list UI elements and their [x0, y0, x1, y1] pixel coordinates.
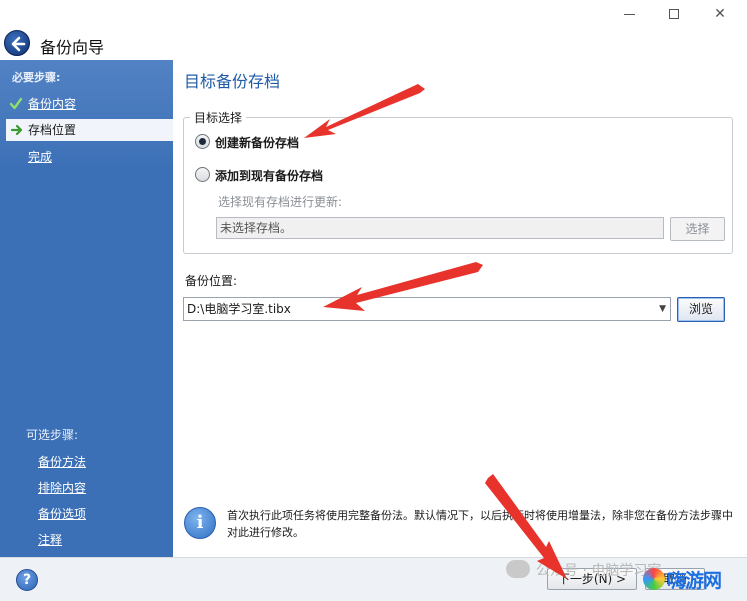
check-icon	[9, 97, 23, 110]
window-title: 备份向导	[40, 38, 105, 57]
sidebar-link-backup-options[interactable]: 备份选项	[38, 505, 86, 522]
sidebar-item-label: 完成	[28, 150, 53, 164]
add-to-existing-archive-option[interactable]: 添加到现有备份存档	[195, 166, 355, 184]
logo-text: 嗨游网	[667, 570, 722, 592]
info-message: 首次执行此项任务将使用完整备份法。默认情况下，以后执行时将使用增量法，除非您在备…	[227, 509, 733, 539]
sidebar-link-exclusions[interactable]: 排除内容	[38, 479, 86, 496]
help-button[interactable]: ?	[16, 569, 38, 591]
add-to-existing-archive-label: 添加到现有备份存档	[215, 169, 324, 183]
maximize-icon	[669, 9, 679, 19]
backup-location-value: D:\电脑学习室.tibx	[187, 302, 291, 316]
minimize-button[interactable]	[615, 4, 645, 24]
sidebar-link-backup-method[interactable]: 备份方法	[38, 453, 86, 470]
close-button[interactable]: ✕	[705, 4, 735, 24]
browse-button[interactable]: 浏览	[677, 297, 725, 322]
sidebar-item-finish[interactable]: 完成	[0, 146, 173, 168]
required-steps-heading: 必要步骤:	[12, 71, 61, 84]
existing-archive-prompt: 选择现有存档进行更新:	[218, 195, 343, 209]
logo-mark-icon	[643, 568, 665, 590]
sidebar-item-archive-location[interactable]: 存档位置	[6, 119, 173, 141]
chevron-down-icon[interactable]: ▼	[659, 298, 666, 320]
title-bar: ✕	[0, 0, 747, 30]
backup-location-label: 备份位置:	[185, 274, 238, 288]
watermark: 公众号 · 电脑学习室	[506, 560, 661, 580]
wizard-sidebar: 必要步骤: 备份内容 存档位置 完成 可选步骤: 备份方法 排除内容 备份选项 …	[0, 60, 173, 557]
site-logo: 嗨游网	[643, 566, 741, 592]
sidebar-item-label: 备份内容	[28, 97, 77, 111]
optional-steps-heading: 可选步骤:	[26, 428, 79, 442]
info-icon: i	[184, 507, 216, 539]
backup-location-combobox[interactable]: D:\电脑学习室.tibx ▼	[183, 297, 671, 321]
target-selection-legend: 目标选择	[190, 109, 247, 126]
existing-archive-field: 未选择存档。	[216, 217, 664, 239]
arrow-right-icon	[10, 124, 23, 136]
close-icon: ✕	[714, 6, 726, 22]
back-button[interactable]	[4, 30, 30, 56]
sidebar-item-backup-content[interactable]: 备份内容	[0, 93, 173, 115]
create-new-archive-label: 创建新备份存档	[215, 136, 300, 150]
minimize-icon	[624, 14, 635, 15]
maximize-button[interactable]	[659, 4, 689, 24]
radio-unselected-icon	[195, 167, 210, 182]
back-arrow-icon	[11, 36, 26, 52]
create-new-archive-option[interactable]: 创建新备份存档	[195, 133, 335, 151]
sidebar-item-label: 存档位置	[28, 123, 77, 137]
wechat-icon	[506, 560, 530, 578]
page-title: 目标备份存档	[184, 72, 281, 91]
radio-selected-icon	[195, 134, 210, 149]
wizard-header: 备份向导	[0, 28, 747, 60]
sidebar-link-comments[interactable]: 注释	[38, 531, 62, 548]
choose-archive-button: 选择	[670, 217, 725, 241]
